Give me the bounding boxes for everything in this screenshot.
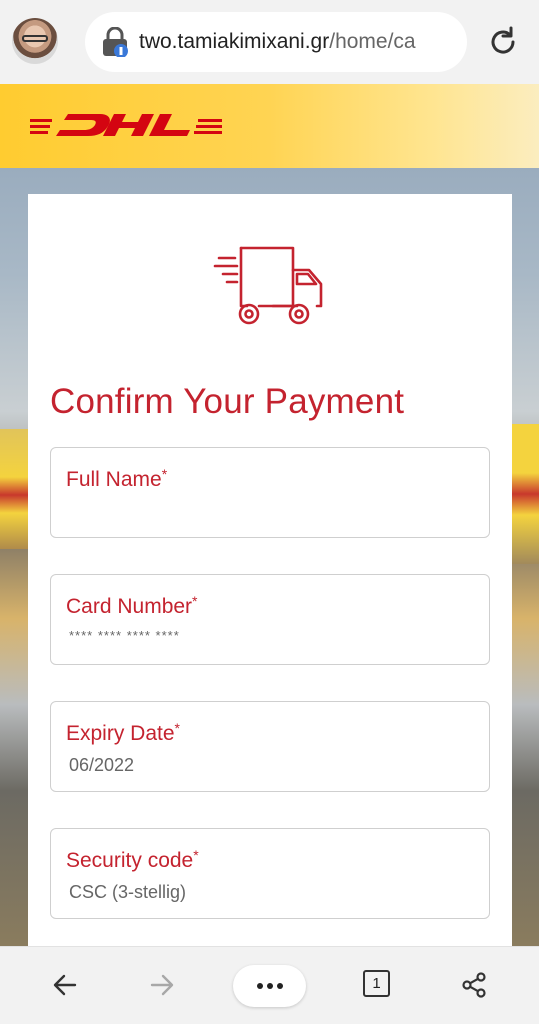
expiry-date-input[interactable]: [69, 752, 469, 778]
back-arrow-icon: [53, 974, 77, 996]
dhl-logo[interactable]: [30, 108, 222, 142]
site-header: [0, 84, 539, 168]
address-bar[interactable]: two.tamiakimixani.gr/home/ca: [85, 12, 467, 72]
browser-top-bar: two.tamiakimixani.gr/home/ca: [0, 0, 539, 84]
url-text[interactable]: two.tamiakimixani.gr/home/ca: [139, 30, 416, 54]
card-number-field[interactable]: Card Number*: [50, 574, 490, 665]
forward-arrow-icon: [150, 974, 174, 996]
menu-button[interactable]: [233, 965, 306, 1007]
full-name-field[interactable]: Full Name*: [50, 447, 490, 538]
security-code-field[interactable]: Security code*: [50, 828, 490, 919]
tabs-count: 1: [372, 975, 381, 992]
web-page: Confirm Your Payment Full Name* Card Num…: [0, 84, 539, 946]
url-path: /home/ca: [329, 30, 416, 53]
share-icon: [462, 972, 486, 998]
avatar-glasses: [22, 35, 48, 42]
background-plane-right: [512, 424, 539, 564]
form-title: Confirm Your Payment: [50, 382, 405, 421]
lock-icon[interactable]: [101, 27, 129, 57]
security-code-label: Security code*: [66, 847, 199, 872]
expiry-date-field[interactable]: Expiry Date*: [50, 701, 490, 792]
url-domain: two.tamiakimixani.gr: [139, 30, 330, 53]
card-number-label: Card Number*: [66, 593, 198, 618]
full-name-label: Full Name*: [66, 466, 168, 491]
full-name-input[interactable]: [69, 498, 469, 524]
browser-bottom-bar: 1: [0, 946, 539, 1024]
share-button[interactable]: [456, 967, 492, 1003]
back-button[interactable]: [47, 967, 83, 1003]
security-code-input[interactable]: [69, 879, 469, 905]
profile-avatar[interactable]: [12, 18, 58, 64]
expiry-date-label: Expiry Date*: [66, 720, 180, 745]
more-dots-icon: [256, 983, 283, 989]
reload-icon[interactable]: [486, 25, 520, 59]
forward-button[interactable]: [144, 967, 180, 1003]
background-plane-left: [0, 429, 30, 549]
card-number-input[interactable]: [69, 621, 469, 647]
payment-card: Confirm Your Payment Full Name* Card Num…: [28, 194, 512, 946]
tabs-button[interactable]: 1: [363, 970, 390, 997]
delivery-truck-icon: [213, 246, 323, 325]
